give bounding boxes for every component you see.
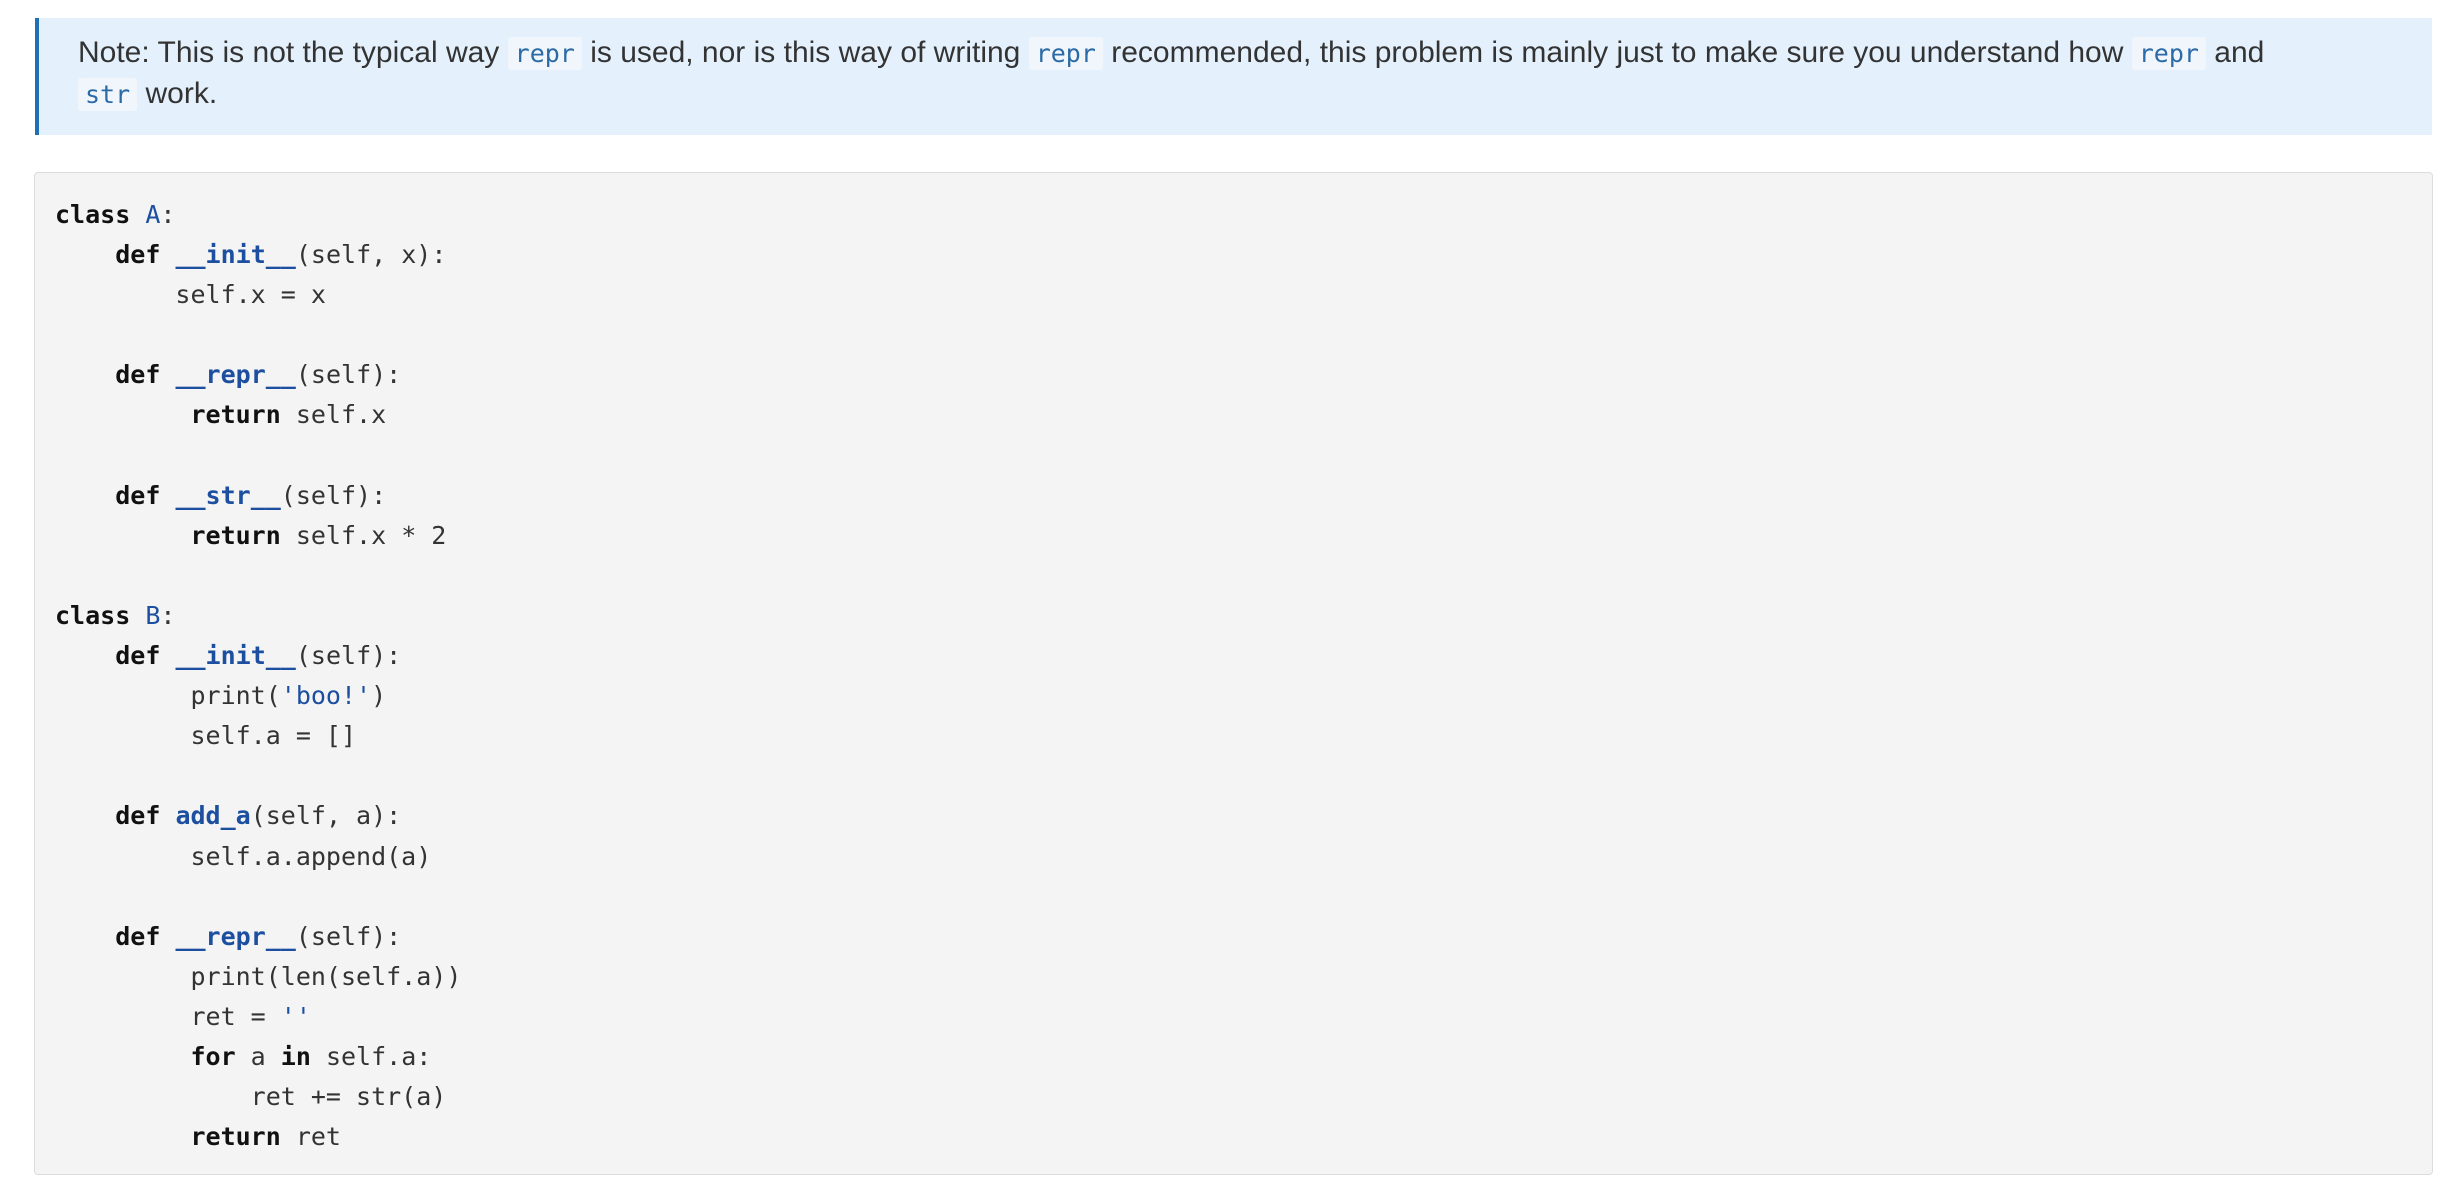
inline-code: str [78, 78, 138, 111]
code-string: '' [280, 1001, 311, 1031]
code-line: ret += str(a) [55, 1077, 2432, 1117]
code-block: class A: def __init__(self, x): self.x =… [34, 172, 2433, 1175]
inline-code: repr [1028, 37, 1103, 70]
code-text: (self, x): [295, 240, 447, 270]
code-class-name: A [145, 200, 161, 229]
code-keyword: return [190, 520, 281, 550]
code-line: def __repr__(self): [55, 917, 2432, 957]
code-text: ret [280, 1122, 341, 1152]
code-line: print(len(self.a)) [55, 957, 2432, 997]
code-keyword: def [115, 801, 161, 831]
code-text: ret = [55, 1001, 281, 1031]
code-keyword: return [190, 1122, 281, 1152]
code-line: class A: [55, 195, 2432, 235]
code-line: for a in self.a: [55, 1037, 2432, 1077]
code-function-name: add_a [175, 801, 251, 831]
code-text: (self): [295, 641, 402, 671]
code-text: : [160, 200, 176, 229]
note-text: Note: This is not the typical way [78, 36, 508, 69]
code-function-name: __repr__ [175, 921, 296, 951]
code-keyword: class [55, 200, 131, 229]
code-text: (self): [295, 360, 402, 390]
code-line: ret = '' [55, 997, 2432, 1037]
code-keyword: return [190, 400, 281, 430]
code-function-name: __init__ [175, 641, 296, 671]
code-line: def __repr__(self): [55, 355, 2432, 395]
code-text: ret += str(a) [55, 1082, 447, 1112]
code-line: return self.x [55, 395, 2432, 435]
code-function-name: __str__ [175, 480, 281, 510]
code-keyword: def [115, 480, 161, 510]
code-keyword: def [115, 641, 161, 671]
code-text: a [235, 1041, 281, 1071]
code-text: self.x [280, 400, 387, 430]
code-keyword: class [55, 600, 131, 630]
note-text: and [2205, 36, 2265, 69]
code-text: self.a: [310, 1041, 432, 1071]
code-listing: class A: def __init__(self, x): self.x =… [55, 195, 2432, 1157]
code-line: def __str__(self): [55, 476, 2432, 516]
code-class-name: B [145, 600, 161, 630]
code-line: print('boo!') [55, 676, 2432, 716]
code-keyword: for [190, 1041, 236, 1071]
code-string: 'boo!' [280, 681, 372, 711]
code-text: (self): [295, 921, 402, 951]
inline-code: repr [507, 37, 582, 70]
note-text: work. [137, 77, 218, 110]
code-text: self.x * 2 [280, 520, 447, 550]
code-text: ) [371, 681, 387, 711]
code-line: def add_a(self, a): [55, 796, 2432, 836]
inline-code: repr [2131, 37, 2206, 70]
note-callout: Note: This is not the typical way repr i… [35, 18, 2432, 135]
code-text: (self, a): [250, 801, 402, 831]
code-line: def __init__(self): [55, 636, 2432, 676]
code-keyword: in [280, 1041, 311, 1071]
code-keyword: def [115, 240, 161, 270]
code-text: print( [55, 681, 281, 711]
code-function-name: __init__ [175, 240, 296, 270]
code-line: def __init__(self, x): [55, 235, 2432, 275]
code-line: self.x = x [55, 275, 2432, 315]
code-text: : [160, 600, 176, 630]
code-keyword: def [115, 360, 161, 390]
code-function-name: __repr__ [175, 360, 296, 390]
code-line: self.a.append(a) [55, 837, 2432, 877]
code-text: print(len(self.a)) [55, 961, 462, 991]
code-text: self.x = x [55, 280, 326, 310]
note-text: recommended, this problem is mainly just… [1102, 36, 2132, 69]
note-text: is used, nor is this way of writing [581, 36, 1029, 69]
code-line: return self.x * 2 [55, 516, 2432, 556]
code-line: self.a = [] [55, 716, 2432, 756]
code-text: self.a = [] [55, 721, 357, 751]
code-keyword: def [115, 921, 161, 951]
code-text: self.a.append(a) [55, 841, 432, 871]
code-text: (self): [280, 480, 387, 510]
code-line: return ret [55, 1117, 2432, 1157]
code-line: class B: [55, 596, 2432, 636]
